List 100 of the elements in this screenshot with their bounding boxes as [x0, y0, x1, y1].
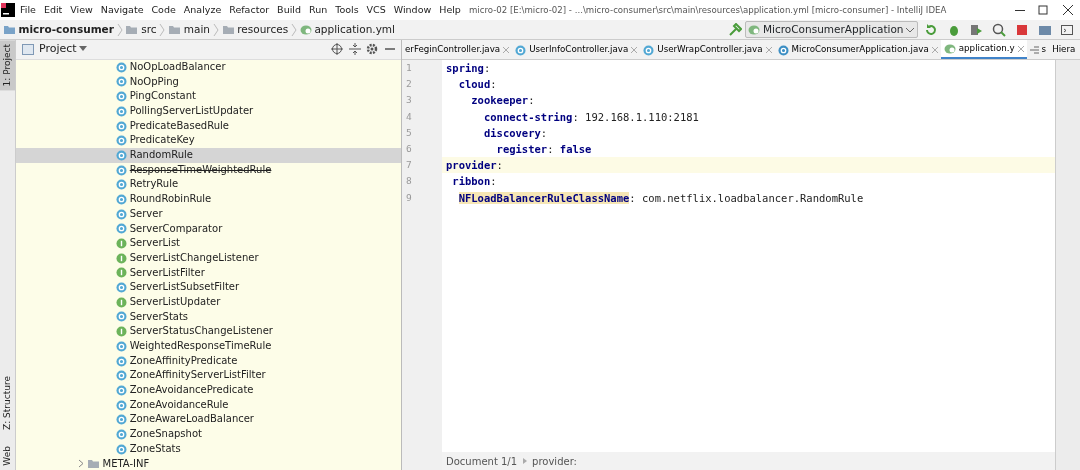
interface-icon — [116, 267, 127, 279]
tool-window-tab[interactable]: 1: Project — [0, 40, 15, 91]
class-icon — [116, 311, 127, 323]
tree-item[interactable]: PingConstant — [16, 89, 401, 104]
class-icon — [116, 149, 127, 161]
editor-tab[interactable]: erFeginController.java — [402, 40, 513, 59]
line-number: 3 — [405, 93, 413, 108]
line-number: 6 — [405, 141, 413, 156]
tree-item[interactable]: ZoneStats — [16, 441, 401, 457]
tree-item[interactable]: NoOpLoadBalancer — [16, 59, 401, 75]
editor-tab[interactable]: application.y — [940, 40, 1027, 59]
tree-item[interactable]: ZoneAvoidanceRule — [16, 397, 401, 413]
tree-item[interactable]: ZoneAvoidancePredicate — [16, 383, 401, 398]
locate-icon — [331, 43, 343, 56]
class-icon — [116, 384, 127, 396]
tree-item[interactable]: ServerListUpdater — [16, 294, 401, 310]
tree-item[interactable]: ServerStatusChangeListener — [16, 324, 401, 339]
menu-item[interactable]: Navigate — [96, 2, 148, 18]
folder-icon — [168, 24, 181, 35]
breadcrumb-item[interactable]: main — [183, 21, 210, 38]
breadcrumb-item[interactable]: application.yml — [314, 21, 395, 38]
editor-tab[interactable]: UserInfoController.java — [512, 40, 641, 59]
breadcrumb-item[interactable]: src — [141, 21, 157, 38]
tree-item[interactable]: RetryRule — [16, 177, 401, 193]
class-icon — [116, 355, 127, 367]
tree-item[interactable]: WeightedResponseTimeRule — [16, 339, 401, 354]
tree-item[interactable]: RoundRobinRule — [16, 192, 401, 207]
chevron-icon — [78, 459, 84, 469]
tool-window-tab[interactable]: Hiera — [1049, 40, 1079, 59]
tree-item[interactable]: ServerStats — [16, 309, 401, 325]
menu-item[interactable]: Refactor — [225, 2, 274, 18]
tree-item[interactable]: ZoneAffinityPredicate — [16, 353, 401, 369]
code-line: ribbon: — [451, 174, 498, 190]
tree-item[interactable]: META-INF — [16, 456, 401, 470]
run-config-dropdown[interactable]: MicroConsumerApplication — [744, 21, 918, 38]
yaml-file-icon — [943, 43, 956, 54]
menu-item[interactable]: VCS — [362, 2, 390, 18]
tree-item[interactable]: ServerComparator — [16, 221, 401, 237]
menu-item[interactable]: Code — [147, 2, 180, 18]
close-icon — [1017, 45, 1024, 52]
line-number: 9 — [405, 190, 413, 205]
class-icon — [116, 179, 127, 191]
class-icon — [116, 428, 127, 440]
menu-item[interactable]: Build — [273, 2, 305, 18]
settings-icon — [366, 43, 378, 56]
tree-item[interactable]: ServerListSubsetFilter — [16, 280, 401, 295]
tree-item[interactable]: RandomRule — [16, 148, 401, 163]
close-icon — [765, 47, 772, 53]
line-number: 4 — [405, 109, 413, 124]
breadcrumb-item[interactable]: Document 1/1 — [446, 453, 518, 469]
menu-item[interactable]: View — [66, 2, 97, 18]
class-icon — [116, 414, 127, 426]
menu-item[interactable]: Help — [435, 2, 465, 18]
tree-item[interactable]: Server — [16, 206, 401, 222]
code-line: discovery: — [482, 125, 549, 141]
chevron-icon — [159, 22, 166, 37]
close-icon — [931, 47, 938, 53]
tree-item[interactable]: ZoneSnapshot — [16, 427, 401, 442]
menu-item[interactable]: Analyze — [179, 2, 226, 18]
editor-tab[interactable]: MicroConsumerApplication.java — [774, 40, 941, 59]
tree-item[interactable]: ServerList — [16, 236, 401, 251]
class-icon — [116, 443, 127, 455]
tab-overflow-button[interactable]: s — [1026, 40, 1050, 59]
interface-icon — [116, 252, 127, 264]
tool-window-tab[interactable]: Z: Structure — [0, 372, 15, 435]
breadcrumb-item[interactable]: micro-consumer — [18, 21, 114, 38]
class-icon — [116, 135, 127, 147]
tree-item[interactable]: ZoneAwareLoadBalancer — [16, 412, 401, 428]
code-line: spring: — [445, 61, 492, 76]
chevron-icon — [290, 22, 297, 37]
tree-item[interactable]: ZoneAffinityServerListFilter — [16, 368, 401, 384]
line-number: 2 — [405, 77, 413, 92]
class-icon — [116, 208, 127, 220]
menu-item[interactable]: Run — [304, 2, 332, 18]
breadcrumb-item[interactable]: resources — [237, 21, 289, 38]
caret-icon — [906, 26, 915, 33]
breadcrumb-item[interactable]: provider: — [532, 453, 577, 469]
class-icon — [116, 61, 127, 73]
stop-icon — [1014, 22, 1029, 37]
editor-tab[interactable]: UserWrapController.java — [640, 40, 775, 59]
tree-item[interactable]: ResponseTimeWeightedRule — [16, 162, 401, 178]
tree-item[interactable]: ServerListChangeListener — [16, 250, 401, 266]
tree-item[interactable]: PollingServerListUpdater — [16, 104, 401, 119]
tool-window-tab[interactable]: Web — [0, 442, 15, 470]
class-icon — [116, 91, 127, 103]
project-view-dropdown[interactable]: Project — [39, 41, 88, 58]
yaml-file-icon — [299, 24, 312, 35]
tree-item[interactable]: PredicateBasedRule — [16, 118, 401, 134]
close-icon — [631, 47, 638, 53]
tree-item[interactable]: ServerListFilter — [16, 265, 401, 281]
tree-item[interactable]: PredicateKey — [16, 133, 401, 149]
interface-icon — [116, 238, 127, 250]
tree-item[interactable]: NoOpPing — [16, 74, 401, 90]
hammer-icon — [727, 22, 742, 37]
menu-item[interactable]: File — [16, 2, 40, 18]
menu-item[interactable]: Edit — [39, 2, 67, 18]
menu-item[interactable]: Tools — [331, 2, 363, 18]
line-number: 1 — [405, 61, 413, 75]
menu-item[interactable]: Window — [389, 2, 436, 18]
close-icon — [503, 47, 510, 53]
